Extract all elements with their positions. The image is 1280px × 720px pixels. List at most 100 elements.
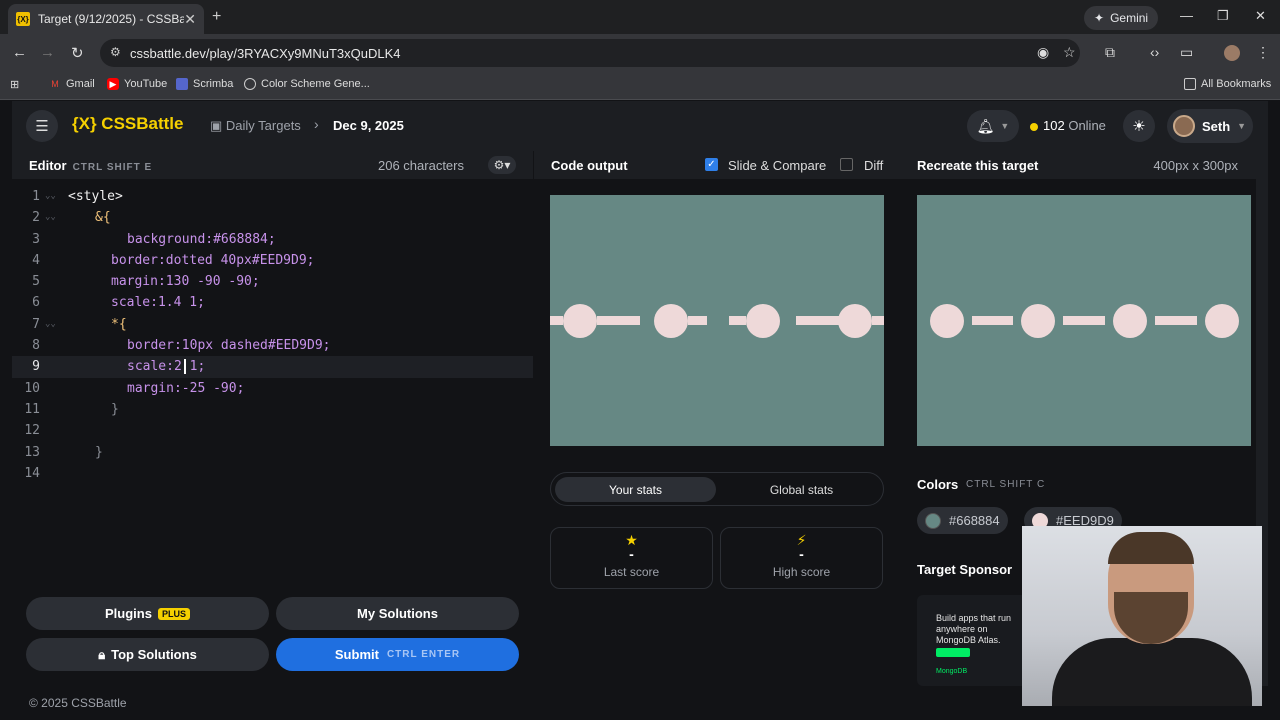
- code-text: &{: [95, 210, 111, 226]
- window-close-icon[interactable]: ✕: [1255, 8, 1266, 24]
- code-text: margin:130 -90 -90;: [111, 274, 260, 290]
- profile-avatar[interactable]: [1224, 45, 1240, 61]
- output-title: Code output: [551, 158, 628, 173]
- plugins-label: Plugins: [105, 606, 152, 621]
- breadcrumb-daily-targets[interactable]: ▣ Daily Targets: [210, 118, 301, 134]
- bookmark-label: YouTube: [124, 78, 168, 90]
- site-info-icon[interactable]: ⚙: [110, 45, 121, 59]
- tab-global-stats[interactable]: Global stats: [721, 477, 882, 502]
- editor-header: Editor CTRL SHIFT E 206 characters ⚙▾: [12, 151, 533, 179]
- copyright: © 2025 CSSBattle: [29, 696, 127, 710]
- cssbattle-logo[interactable]: {X} CSSBattle: [72, 114, 183, 134]
- target-title: Recreate this target: [917, 158, 1039, 173]
- online-label: Online: [1068, 118, 1106, 133]
- target-canvas[interactable]: [917, 195, 1251, 446]
- stats-tabs: Your stats Global stats: [550, 472, 884, 506]
- star-icon[interactable]: ☆: [1063, 44, 1076, 61]
- target-size: 400px x 300px: [1153, 158, 1238, 173]
- user-menu-button[interactable]: Seth ▼: [1167, 109, 1253, 143]
- code-text: border:10px dashed#EED9D9;: [127, 338, 331, 354]
- devtools-icon[interactable]: ‹›: [1150, 44, 1159, 60]
- color-swatch-chip[interactable]: #668884: [917, 507, 1008, 534]
- sponsor-cta-button[interactable]: [936, 648, 970, 657]
- webcam-person-hair: [1108, 532, 1194, 564]
- diff-label[interactable]: Diff: [864, 158, 883, 173]
- code-line: 10 margin:-25 -90;: [12, 378, 533, 399]
- output-dot: [654, 304, 688, 338]
- code-text: margin:-25 -90;: [127, 380, 245, 396]
- output-dash: [550, 316, 563, 325]
- browser-tab[interactable]: {X} Target (9/12/2025) - CSSBattle ✕: [8, 4, 204, 34]
- settings-gear-icon[interactable]: ⚙▾: [488, 156, 516, 174]
- new-tab-icon[interactable]: +: [212, 8, 221, 26]
- fold-icon[interactable]: ⌄⌄: [45, 186, 56, 207]
- url-field[interactable]: ⚙ cssbattle.dev/play/3RYACXy9MNuT3xQuDLK…: [100, 39, 1080, 67]
- all-bookmarks[interactable]: All Bookmarks: [1184, 78, 1271, 90]
- line-number: 2: [32, 210, 40, 226]
- code-line: 3 background:#668884;: [12, 229, 533, 250]
- color-hex: #668884: [949, 513, 1000, 528]
- line-number: 14: [24, 465, 40, 481]
- bookmark-color-scheme[interactable]: Color Scheme Gene...: [244, 78, 370, 90]
- webcam-overlay: [1022, 526, 1262, 706]
- mongodb-logo: MongoDB: [936, 668, 968, 675]
- bookmark-youtube[interactable]: ▶ YouTube: [107, 78, 167, 90]
- target-dot: [1021, 304, 1055, 338]
- code-output-canvas[interactable]: [550, 195, 884, 446]
- code-line: 11}: [12, 399, 533, 420]
- output-dash: [597, 316, 640, 325]
- app-header: ☰ {X} CSSBattle ▣ Daily Targets › Dec 9,…: [12, 101, 1268, 151]
- target-dash: [972, 316, 1013, 325]
- extensions-icon[interactable]: ⧉: [1105, 44, 1115, 61]
- plugins-button[interactable]: Plugins PLUS: [26, 597, 269, 630]
- minimize-icon[interactable]: —: [1180, 8, 1193, 23]
- target-dot: [1205, 304, 1239, 338]
- tab-your-stats[interactable]: Your stats: [555, 477, 716, 502]
- sparkle-icon: ✦: [1094, 11, 1105, 25]
- text-cursor: [184, 359, 186, 375]
- online-number: 102: [1043, 118, 1065, 133]
- code-editor[interactable]: 1 ⌄⌄ <style> 2 ⌄⌄ &{ 3 background:#668884; 4 b…: [12, 186, 533, 484]
- slide-compare-checkbox[interactable]: ✓: [705, 158, 718, 171]
- bookmarks-bar: ⊞ M Gmail ▶ YouTube Scrimba Color Scheme…: [0, 72, 1280, 100]
- gemini-button[interactable]: ✦ Gemini: [1084, 6, 1159, 30]
- close-icon[interactable]: ✕: [184, 11, 196, 28]
- code-text: *{: [111, 316, 127, 332]
- reload-icon[interactable]: ↻: [71, 44, 84, 62]
- cast-icon[interactable]: ▭: [1180, 44, 1193, 61]
- code-text: background:#668884;: [127, 231, 276, 247]
- target-header: Recreate this target 400px x 300px: [900, 151, 1268, 179]
- target-dot: [1113, 304, 1147, 338]
- back-icon[interactable]: ←: [12, 44, 27, 61]
- code-line: 7 ⌄⌄ *{: [12, 314, 533, 335]
- kebab-menu-icon[interactable]: ⋮: [1256, 44, 1270, 61]
- my-solutions-button[interactable]: My Solutions: [276, 597, 519, 630]
- maximize-icon[interactable]: ❐: [1217, 8, 1229, 24]
- diff-checkbox[interactable]: [840, 158, 853, 171]
- eye-off-icon[interactable]: ◉: [1037, 44, 1049, 61]
- bookmark-gmail[interactable]: M Gmail: [49, 78, 94, 90]
- bell-icon: 🔔︎: [976, 117, 995, 134]
- calendar-icon: ▣: [210, 118, 226, 133]
- bookmark-scrimba[interactable]: Scrimba: [176, 78, 233, 90]
- sun-icon[interactable]: ☀: [1123, 110, 1155, 142]
- submit-button[interactable]: Submit CTRL ENTER: [276, 638, 519, 671]
- fold-icon[interactable]: ⌄⌄: [45, 207, 56, 228]
- code-text: scale:2 1;: [127, 359, 206, 375]
- line-number: 4: [32, 252, 40, 268]
- color-swatch: [925, 512, 941, 529]
- sponsor-text: Build apps that run anywhere on MongoDB …: [936, 613, 1012, 645]
- forward-icon[interactable]: →: [40, 44, 55, 61]
- scrimba-icon: [176, 78, 188, 90]
- apps-grid-icon[interactable]: ⊞: [10, 78, 19, 91]
- slide-compare-label[interactable]: Slide & Compare: [728, 158, 826, 173]
- output-dot: [838, 304, 872, 338]
- output-dash: [688, 316, 707, 325]
- code-text: }: [111, 401, 119, 417]
- notifications-button[interactable]: 🔔︎ ▼: [967, 110, 1019, 142]
- hamburger-menu-icon[interactable]: ☰: [26, 110, 58, 142]
- fold-icon[interactable]: ⌄⌄: [45, 314, 56, 335]
- editor-title-text: Editor: [29, 158, 67, 173]
- top-solutions-button[interactable]: 🔒︎ Top Solutions: [26, 638, 269, 671]
- code-text: scale:1.4 1;: [111, 295, 205, 311]
